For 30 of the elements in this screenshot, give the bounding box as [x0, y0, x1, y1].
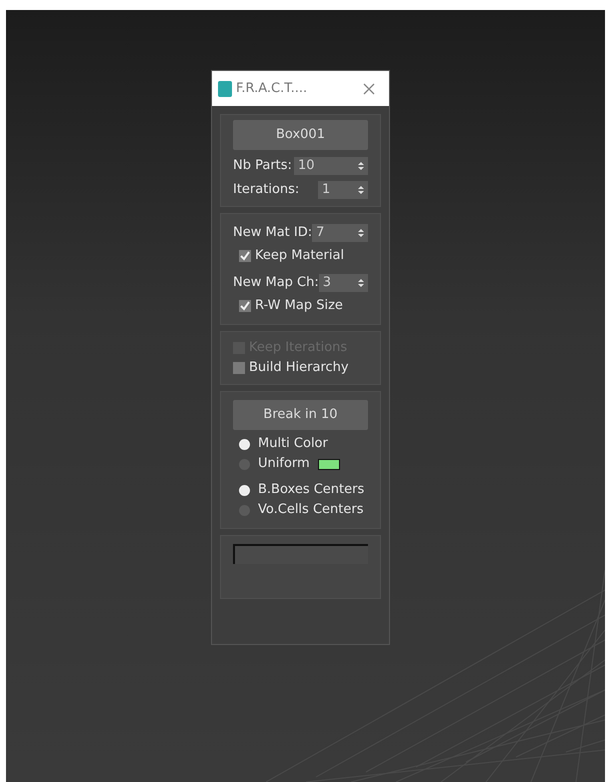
checkbox[interactable]	[239, 250, 251, 262]
checkbox-label: R-W Map Size	[255, 297, 343, 316]
radio-label: Multi Color	[258, 435, 328, 454]
spinner-arrows-icon[interactable]	[358, 278, 364, 288]
radio-button[interactable]	[239, 438, 250, 450]
spinner-arrows-icon[interactable]	[358, 161, 364, 171]
spinner-arrows-icon[interactable]	[358, 228, 364, 238]
checkbox-label: Keep Material	[255, 247, 344, 266]
spinner-label: New Map Ch:	[233, 274, 319, 292]
checkbox[interactable]	[233, 362, 245, 374]
spinner-field[interactable]: 3	[318, 274, 368, 292]
spinner-label: New Mat ID:	[233, 224, 312, 242]
spinner-arrows-icon[interactable]	[358, 185, 364, 195]
object-button[interactable]: Box001	[233, 120, 368, 150]
color-swatch[interactable]	[318, 458, 340, 470]
checkbox[interactable]	[239, 300, 251, 312]
radio-label: Uniform	[258, 455, 310, 474]
break-button[interactable]: Break in 10	[233, 400, 368, 430]
spinner-label: Iterations:	[233, 181, 300, 200]
checkbox-label: Build Hierarchy	[249, 359, 349, 378]
close-icon[interactable]	[363, 82, 375, 94]
radio-button[interactable]	[239, 484, 250, 496]
app-logo-icon	[218, 80, 232, 96]
spinner-field[interactable]: 1	[318, 181, 368, 199]
radio-label: B.Boxes Centers	[258, 481, 364, 500]
spinner-label: Nb Parts:	[233, 157, 292, 176]
window-title: F.R.A.C.T....	[236, 80, 308, 98]
radio-label: Vo.Cells Centers	[258, 501, 364, 520]
spinner-field[interactable]: 7	[312, 224, 368, 242]
spinner-field[interactable]: 10	[294, 157, 368, 175]
